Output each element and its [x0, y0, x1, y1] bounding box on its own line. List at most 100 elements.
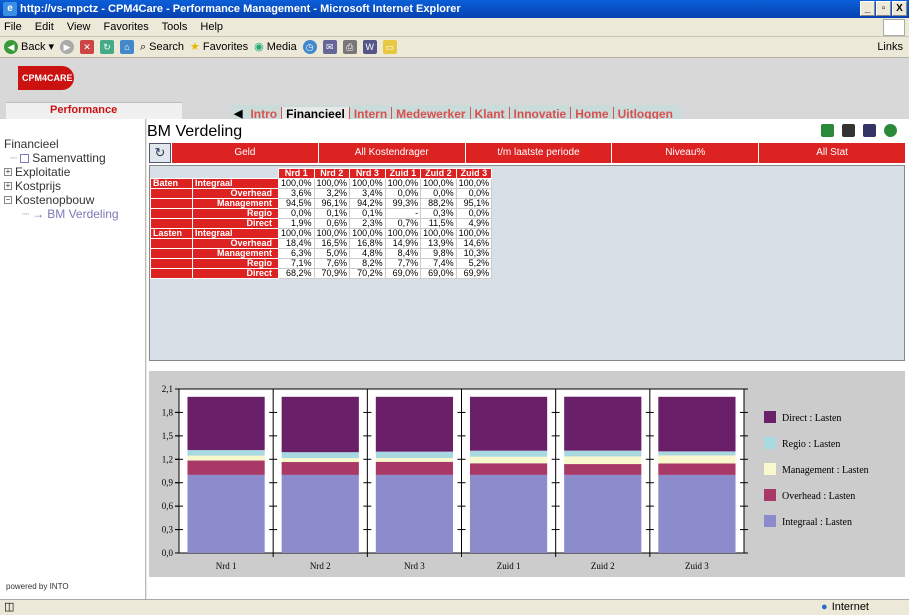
column-header[interactable]: Zuid 2 — [420, 168, 457, 179]
tree-line-icon: ┈ — [10, 151, 18, 165]
row-label[interactable]: Management — [192, 248, 279, 259]
bar-segment — [281, 458, 359, 463]
back-button[interactable]: ◀ Back ▾ — [4, 37, 54, 58]
table-cell: 70,9% — [313, 268, 351, 279]
print-icon[interactable]: ⎙ — [342, 40, 357, 54]
bar-segment — [375, 474, 454, 553]
filter-stat[interactable]: All Stat — [758, 143, 905, 163]
status-bar: ◫ ● Internet — [0, 599, 909, 614]
sidebar-item-label: Samenvatting — [32, 151, 106, 165]
maximize-button[interactable]: ▫ — [876, 1, 891, 16]
row-label[interactable]: Regio — [192, 258, 279, 269]
column-header[interactable]: Nrd 1 — [278, 168, 315, 179]
table-cell: 0,0% — [420, 188, 457, 199]
sidebar-item-label: Exploitatie — [15, 165, 71, 179]
minimize-button[interactable]: _ — [860, 1, 875, 16]
refresh-icon[interactable]: ↻ — [100, 40, 114, 54]
main-content: BM Verdeling ↻ Geld All Kostendrager t/m… — [147, 119, 909, 599]
row-group-label — [150, 268, 193, 279]
print-icon[interactable] — [842, 124, 855, 137]
table-cell: 9,8% — [420, 248, 457, 259]
refresh-button[interactable]: ↻ — [149, 143, 171, 163]
filter-kostendrager[interactable]: All Kostendrager — [317, 143, 465, 163]
menu-file[interactable]: File — [4, 21, 22, 33]
menu-favorites[interactable]: Favorites — [104, 21, 149, 33]
menu-help[interactable]: Help — [200, 21, 223, 33]
home-icon[interactable]: ⌂ — [120, 40, 134, 54]
edit-icon[interactable]: W — [362, 40, 377, 54]
column-header[interactable]: Zuid 3 — [455, 168, 493, 179]
stop-icon[interactable]: ✕ — [80, 40, 94, 54]
sidebar-item-kostprijs[interactable]: + Kostprijs — [4, 179, 145, 193]
bar-segment — [375, 451, 454, 459]
filter-geld[interactable]: Geld — [171, 143, 318, 163]
chevron-down-icon[interactable]: ▾ — [48, 37, 54, 58]
favorites-label: Favorites — [202, 40, 249, 53]
folder-icon[interactable]: ▭ — [382, 40, 397, 54]
bar-segment — [564, 464, 642, 475]
row-label[interactable]: Regio — [192, 208, 279, 219]
history-icon[interactable]: ◷ — [302, 40, 317, 54]
row-label[interactable]: Direct — [192, 218, 279, 229]
y-tick-label: 0,0 — [162, 548, 174, 558]
browser-toolbar: ◀ Back ▾ ▶ ✕ ↻ ⌂ ⌕ Search ★ Favorites ◉ … — [0, 37, 909, 58]
mail-icon[interactable]: ✉ — [322, 40, 337, 54]
bar-segment — [375, 461, 454, 475]
column-header[interactable]: Nrd 3 — [349, 168, 386, 179]
table-cell: 69,0% — [420, 268, 457, 279]
sidebar-item-bm-verdeling[interactable]: ┈ → BM Verdeling — [4, 207, 145, 221]
close-button[interactable]: X — [892, 1, 907, 16]
bar-segment — [187, 460, 265, 475]
column-header[interactable]: Zuid 1 — [384, 168, 422, 179]
window-titlebar: e http://vs-mpctz - CPM4Care - Performan… — [0, 0, 909, 18]
row-label[interactable]: Management — [192, 198, 279, 209]
menu-view[interactable]: View — [67, 21, 91, 33]
y-tick-label: 2,1 — [162, 384, 173, 394]
sidebar-heading[interactable]: Financieel — [4, 137, 145, 151]
table-cell: 0,0% — [455, 208, 493, 219]
column-header[interactable]: Nrd 2 — [313, 168, 351, 179]
excel-export-icon[interactable] — [821, 124, 834, 137]
row-label[interactable]: Integraal — [192, 228, 279, 239]
table-cell: 100,0% — [278, 228, 315, 239]
table-row: Direct 1,9% 0,6% 2,3% 0,7% 11,5% 4,9% — [150, 218, 493, 229]
table-cell: 5,2% — [455, 258, 493, 269]
menu-tools[interactable]: Tools — [162, 21, 188, 33]
row-label[interactable]: Overhead — [192, 238, 279, 249]
arrow-right-icon: → — [32, 207, 45, 221]
filter-periode[interactable]: t/m laatste periode — [464, 143, 612, 163]
globe-icon: ● — [821, 601, 828, 613]
collapse-icon[interactable]: − — [4, 196, 12, 204]
x-tick-label: Nrd 3 — [404, 561, 425, 571]
expand-icon[interactable]: + — [4, 182, 12, 190]
legend-swatch — [764, 437, 776, 449]
powered-by[interactable]: powered by INTO — [6, 582, 69, 591]
menu-bar: File Edit View Favorites Tools Help — [0, 18, 909, 37]
filter-bar: ↻ Geld All Kostendrager t/m laatste peri… — [149, 143, 905, 163]
header-spacer — [193, 169, 279, 179]
sidebar-item-kostenopbouw[interactable]: − Kostenopbouw — [4, 193, 145, 207]
media-button[interactable]: ◉ Media — [254, 37, 297, 58]
row-label[interactable]: Direct — [192, 268, 279, 279]
filter-niveau[interactable]: Niveau% — [611, 143, 759, 163]
favorites-button[interactable]: ★ Favorites — [190, 37, 248, 58]
bar-segment — [658, 474, 736, 553]
expand-icon[interactable]: + — [4, 168, 12, 176]
save-icon[interactable] — [863, 124, 876, 137]
search-button[interactable]: ⌕ Search — [140, 37, 184, 58]
chart-area: 0,0 0,3 0,6 0,9 1,2 1,5 1,8 2,1 Nrd 1 Nrd 2 Nrd 3 Z… — [149, 371, 905, 577]
row-group-label: Baten — [150, 178, 193, 189]
forward-arrow-icon[interactable]: ▶ — [60, 40, 74, 54]
table-cell: 3,4% — [349, 188, 386, 199]
sidebar-item-exploitatie[interactable]: + Exploitatie — [4, 165, 145, 179]
row-label[interactable]: Overhead — [192, 188, 279, 199]
row-label[interactable]: Integraal — [192, 178, 279, 189]
bar-segment — [658, 396, 736, 452]
table-cell: 100,0% — [313, 178, 351, 189]
menu-edit[interactable]: Edit — [35, 21, 54, 33]
table-cell: 0,0% — [278, 208, 315, 219]
links-button[interactable]: Links — [877, 37, 903, 58]
data-panel: Nrd 1 Nrd 2 Nrd 3 Zuid 1 Zuid 2 Zuid 3 B… — [149, 165, 905, 361]
info-icon[interactable] — [884, 124, 897, 137]
sidebar-item-samenvatting[interactable]: ┈ Samenvatting — [4, 151, 145, 165]
